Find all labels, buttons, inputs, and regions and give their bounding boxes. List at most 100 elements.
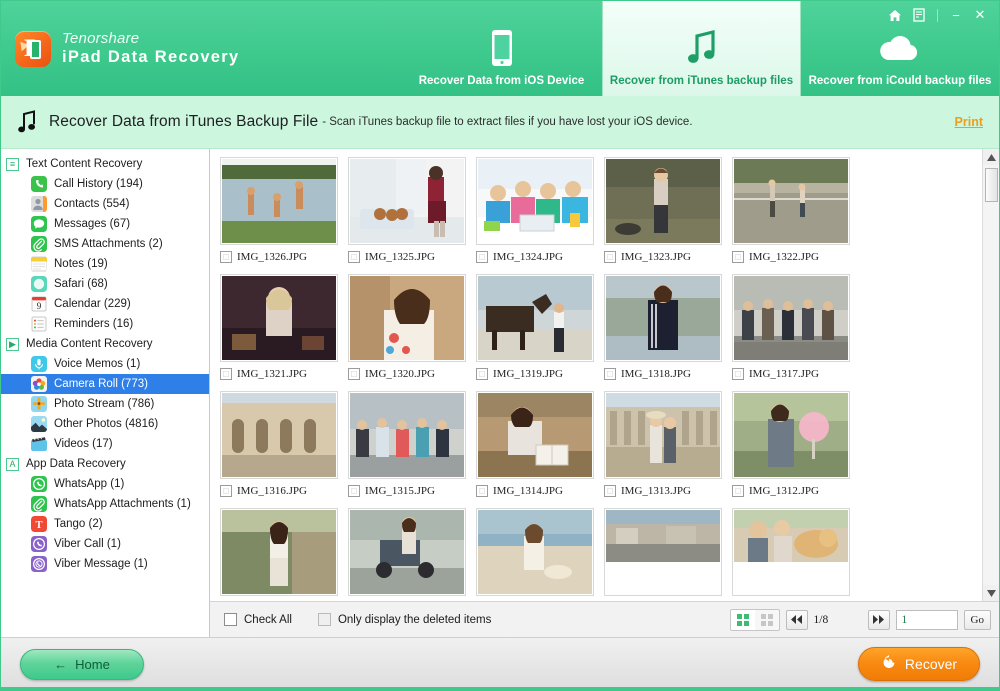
group-toggle-icon[interactable]: ▶ (6, 337, 19, 351)
sidebar-item-reminders[interactable]: Reminders (16) (1, 314, 209, 334)
deleted-only-checkbox[interactable]: Only display the deleted items (317, 613, 491, 626)
thumbnail-frame[interactable] (732, 157, 850, 245)
scrollbar-thumb[interactable] (985, 168, 998, 202)
item-checkbox[interactable] (220, 251, 232, 263)
sidebar-item-camera-roll[interactable]: Camera Roll (773) (1, 374, 209, 394)
item-checkbox[interactable] (604, 368, 616, 380)
thumbnail-frame[interactable] (604, 391, 722, 479)
gallery-item[interactable]: IMG_1311.JPG (220, 508, 348, 601)
gallery-item[interactable]: IMG_1310.JPG (348, 508, 476, 601)
gallery-item[interactable] (604, 508, 732, 601)
item-checkbox[interactable] (732, 485, 744, 497)
thumbnail-frame[interactable] (476, 391, 594, 479)
photo-thumbnail[interactable] (350, 276, 464, 360)
recover-button[interactable]: Recover (858, 647, 980, 681)
photo-thumbnail[interactable] (222, 510, 336, 594)
tab-recover-itunes-backup[interactable]: Recover from iTunes backup files (602, 1, 801, 96)
thumbnail-frame[interactable] (604, 508, 722, 596)
grid-view-button[interactable] (730, 609, 755, 630)
photo-thumbnail[interactable] (222, 393, 336, 477)
sidebar-group-app-data-recovery[interactable]: A App Data Recovery (1, 454, 209, 474)
photo-thumbnail[interactable] (350, 510, 464, 594)
photo-thumbnail[interactable] (478, 159, 592, 243)
item-checkbox[interactable] (476, 251, 488, 263)
photo-thumbnail[interactable] (734, 159, 848, 243)
photo-thumbnail[interactable] (606, 276, 720, 360)
home-icon[interactable] (884, 5, 906, 25)
item-checkbox[interactable] (348, 368, 360, 380)
item-checkbox[interactable] (476, 368, 488, 380)
thumbnail-frame[interactable] (732, 274, 850, 362)
gallery-item[interactable]: IMG_1318.JPG (604, 274, 732, 382)
photo-thumbnail[interactable] (734, 393, 848, 477)
sidebar-item-sms-attachments[interactable]: SMS Attachments (2) (1, 234, 209, 254)
thumbnail-frame[interactable] (604, 157, 722, 245)
item-checkbox[interactable] (732, 251, 744, 263)
gallery-item[interactable]: IMG_1323.JPG (604, 157, 732, 265)
photo-thumbnail[interactable] (606, 159, 720, 243)
gallery-item[interactable]: IMG_1312.JPG (732, 391, 860, 499)
item-checkbox[interactable] (220, 485, 232, 497)
photo-thumbnail[interactable] (606, 393, 720, 477)
gallery-item[interactable]: IMG_1313.JPG (604, 391, 732, 499)
item-checkbox[interactable] (348, 251, 360, 263)
thumbnail-frame[interactable] (348, 391, 466, 479)
scroll-down-icon[interactable] (983, 585, 999, 601)
next-page-button[interactable] (867, 609, 890, 630)
prev-page-button[interactable] (785, 609, 808, 630)
photo-thumbnail[interactable] (478, 276, 592, 360)
list-view-button[interactable] (755, 610, 779, 630)
vertical-scrollbar[interactable] (982, 149, 999, 601)
close-button[interactable]: ✕ (969, 5, 991, 25)
sidebar-item-videos[interactable]: Videos (17) (1, 434, 209, 454)
gallery-item[interactable]: IMG_1326.JPG (220, 157, 348, 265)
item-checkbox[interactable] (348, 485, 360, 497)
gallery-item[interactable]: IMG_1319.JPG (476, 274, 604, 382)
gallery-item[interactable]: IMG_1317.JPG (732, 274, 860, 382)
photo-thumbnail[interactable] (222, 159, 336, 243)
thumbnail-frame[interactable] (220, 157, 338, 245)
sidebar-group-text-content-recovery[interactable]: ≡ Text Content Recovery (1, 154, 209, 174)
thumbnail-frame[interactable] (476, 157, 594, 245)
sidebar-group-media-content-recovery[interactable]: ▶ Media Content Recovery (1, 334, 209, 354)
thumbnail-frame[interactable] (220, 391, 338, 479)
item-checkbox[interactable] (476, 485, 488, 497)
item-checkbox[interactable] (732, 368, 744, 380)
page-number-input[interactable] (895, 609, 958, 630)
sidebar-item-viber-message[interactable]: Viber Message (1) (1, 554, 209, 574)
thumbnail-frame[interactable] (220, 274, 338, 362)
photo-thumbnail[interactable] (606, 510, 720, 594)
photo-thumbnail[interactable] (350, 159, 464, 243)
photo-thumbnail[interactable] (478, 393, 592, 477)
item-checkbox[interactable] (604, 251, 616, 263)
gallery-item[interactable]: IMG_1315.JPG (348, 391, 476, 499)
group-toggle-icon[interactable]: ≡ (6, 157, 19, 171)
sidebar-item-contacts[interactable]: Contacts (554) (1, 194, 209, 214)
minimize-button[interactable]: − (945, 5, 967, 25)
sidebar-item-calendar[interactable]: 9 Calendar (229) (1, 294, 209, 314)
group-toggle-icon[interactable]: A (6, 457, 19, 471)
photo-thumbnail[interactable] (350, 393, 464, 477)
thumbnail-frame[interactable] (476, 508, 594, 596)
gallery-item[interactable]: IMG_1314.JPG (476, 391, 604, 499)
home-button[interactable]: ← Home (20, 648, 144, 680)
thumbnail-frame[interactable] (348, 508, 466, 596)
feedback-icon[interactable] (908, 5, 930, 25)
print-link[interactable]: Print (955, 115, 983, 129)
tab-recover-ios-device[interactable]: Recover Data from iOS Device (401, 1, 602, 96)
thumbnail-frame[interactable] (348, 274, 466, 362)
photo-thumbnail[interactable] (222, 276, 336, 360)
sidebar-item-notes[interactable]: Notes (19) (1, 254, 209, 274)
sidebar-item-safari[interactable]: Safari (68) (1, 274, 209, 294)
sidebar-item-photo-stream[interactable]: Photo Stream (786) (1, 394, 209, 414)
sidebar-item-voice-memos[interactable]: Voice Memos (1) (1, 354, 209, 374)
go-button[interactable]: Go (963, 609, 991, 630)
sidebar-item-call-history[interactable]: Call History (194) (1, 174, 209, 194)
sidebar-item-tango[interactable]: T Tango (2) (1, 514, 209, 534)
scroll-up-icon[interactable] (983, 149, 999, 165)
thumbnail-frame[interactable] (348, 157, 466, 245)
gallery-item[interactable]: IMG_1320.JPG (348, 274, 476, 382)
gallery-item[interactable]: IMG_1324.JPG (476, 157, 604, 265)
photo-thumbnail[interactable] (478, 510, 592, 594)
photo-thumbnail[interactable] (734, 276, 848, 360)
